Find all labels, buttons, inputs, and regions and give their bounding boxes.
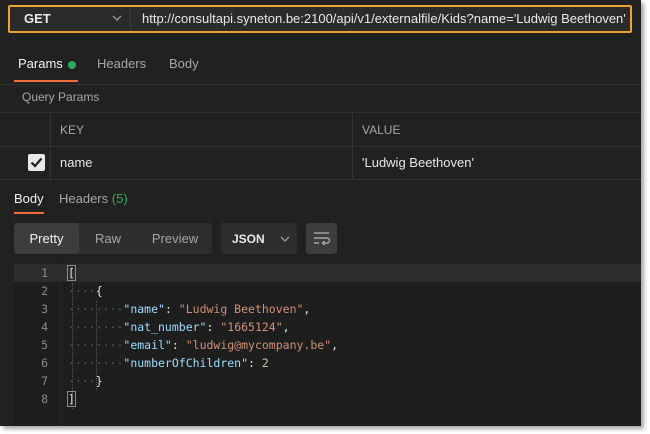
- open-object-brace: {: [95, 284, 103, 298]
- code-text: ]: [67, 391, 76, 407]
- code-line: 1 [: [14, 264, 641, 282]
- wrap-text-icon: [314, 232, 331, 246]
- format-label: JSON: [232, 232, 265, 246]
- tab-params-label: Params: [18, 56, 63, 71]
- column-header-key: KEY: [60, 123, 85, 137]
- pretty-button[interactable]: Pretty: [14, 223, 79, 254]
- table-header: KEY VALUE: [0, 112, 641, 147]
- code-line: 5 ········"email": "ludwig@mycompany.be"…: [14, 336, 641, 354]
- tab-response-headers[interactable]: Headers (5): [59, 191, 128, 206]
- response-headers-count: (5): [111, 191, 128, 206]
- code-line: 4 ········"nat_number": "1665124",: [14, 318, 641, 336]
- json-comma: ,: [282, 320, 290, 334]
- code-text: ········"email": "ludwig@mycompany.be",: [68, 338, 339, 352]
- line-number: 5: [41, 338, 48, 352]
- wrap-lines-button[interactable]: [306, 223, 337, 254]
- json-value: "ludwig@mycompany.be": [185, 338, 332, 352]
- line-number: 6: [41, 356, 48, 370]
- column-divider: [50, 113, 51, 146]
- active-tab-indicator: [14, 212, 44, 214]
- param-key-cell[interactable]: name: [60, 155, 93, 170]
- line-number: 3: [41, 302, 48, 316]
- tab-response-body[interactable]: Body: [14, 191, 44, 206]
- column-divider: [352, 146, 353, 179]
- code-text: [: [67, 265, 76, 281]
- response-body-editor[interactable]: 1 [ 2 ····{ 3 ········"name": "Ludwig Be…: [14, 263, 641, 426]
- params-active-dot-icon: [67, 60, 76, 69]
- method-label: GET: [24, 11, 51, 26]
- json-key: "nat_number": [123, 320, 207, 334]
- code-line: 7 ····}: [14, 372, 641, 390]
- json-key: "name": [123, 302, 165, 316]
- format-select[interactable]: JSON: [221, 223, 297, 254]
- preview-button[interactable]: Preview: [140, 223, 210, 254]
- response-tabs: Body Headers (5): [0, 188, 641, 214]
- line-number: 7: [41, 374, 48, 388]
- method-select[interactable]: GET: [10, 7, 131, 31]
- tab-body[interactable]: Body: [169, 56, 199, 71]
- chevron-down-icon: [280, 236, 290, 242]
- code-text: ····{: [68, 284, 103, 298]
- json-value: "Ludwig Beethoven": [178, 302, 304, 316]
- code-text: ········"numberOfChildren": 2: [68, 356, 269, 370]
- param-enabled-checkbox[interactable]: [28, 154, 45, 171]
- line-number: 4: [41, 320, 48, 334]
- line-number: 8: [41, 392, 48, 406]
- query-params-title: Query Params: [22, 90, 100, 104]
- chevron-down-icon: [112, 15, 122, 21]
- tab-params[interactable]: Params: [18, 56, 76, 71]
- request-bar: GET http://consultapi.syneton.be:2100/ap…: [8, 5, 632, 33]
- code-text: ········"name": "Ludwig Beethoven",: [68, 302, 311, 316]
- line-number: 1: [41, 266, 48, 280]
- active-tab-indicator: [14, 80, 78, 82]
- param-value-cell[interactable]: 'Ludwig Beethoven': [362, 155, 474, 170]
- json-comma: ,: [331, 338, 339, 352]
- column-divider: [50, 146, 51, 179]
- checkmark-icon: [30, 157, 43, 168]
- tab-response-headers-label: Headers: [59, 191, 109, 206]
- column-header-value: VALUE: [362, 123, 401, 137]
- code-text: ····}: [68, 374, 103, 388]
- tab-headers[interactable]: Headers: [97, 56, 146, 71]
- code-line: 6 ········"numberOfChildren": 2: [14, 354, 641, 372]
- raw-button[interactable]: Raw: [82, 223, 134, 254]
- url-input[interactable]: http://consultapi.syneton.be:2100/api/v1…: [142, 11, 626, 26]
- code-line: 8 ]: [14, 390, 641, 408]
- request-tabs: Params Headers Body: [0, 50, 641, 85]
- json-comma: ,: [303, 302, 311, 316]
- open-array-bracket: [: [67, 265, 76, 281]
- line-number: 2: [41, 284, 48, 298]
- code-line: 2 ····{: [14, 282, 641, 300]
- postman-window: GET http://consultapi.syneton.be:2100/ap…: [0, 0, 641, 426]
- code-text: ········"nat_number": "1665124",: [68, 320, 290, 334]
- code-line: 3 ········"name": "Ludwig Beethoven",: [14, 300, 641, 318]
- column-divider: [352, 113, 353, 146]
- json-key: "email": [123, 338, 172, 352]
- close-array-bracket: ]: [67, 391, 76, 407]
- json-key: "numberOfChildren": [123, 356, 249, 370]
- close-object-brace: }: [95, 374, 103, 388]
- view-mode-group: Pretty Raw Preview: [14, 223, 212, 254]
- query-params-table: KEY VALUE name 'Ludwig Beethoven': [0, 112, 641, 182]
- json-value: "1665124": [220, 320, 283, 334]
- table-row: name 'Ludwig Beethoven': [0, 146, 641, 180]
- json-value: 2: [261, 356, 269, 370]
